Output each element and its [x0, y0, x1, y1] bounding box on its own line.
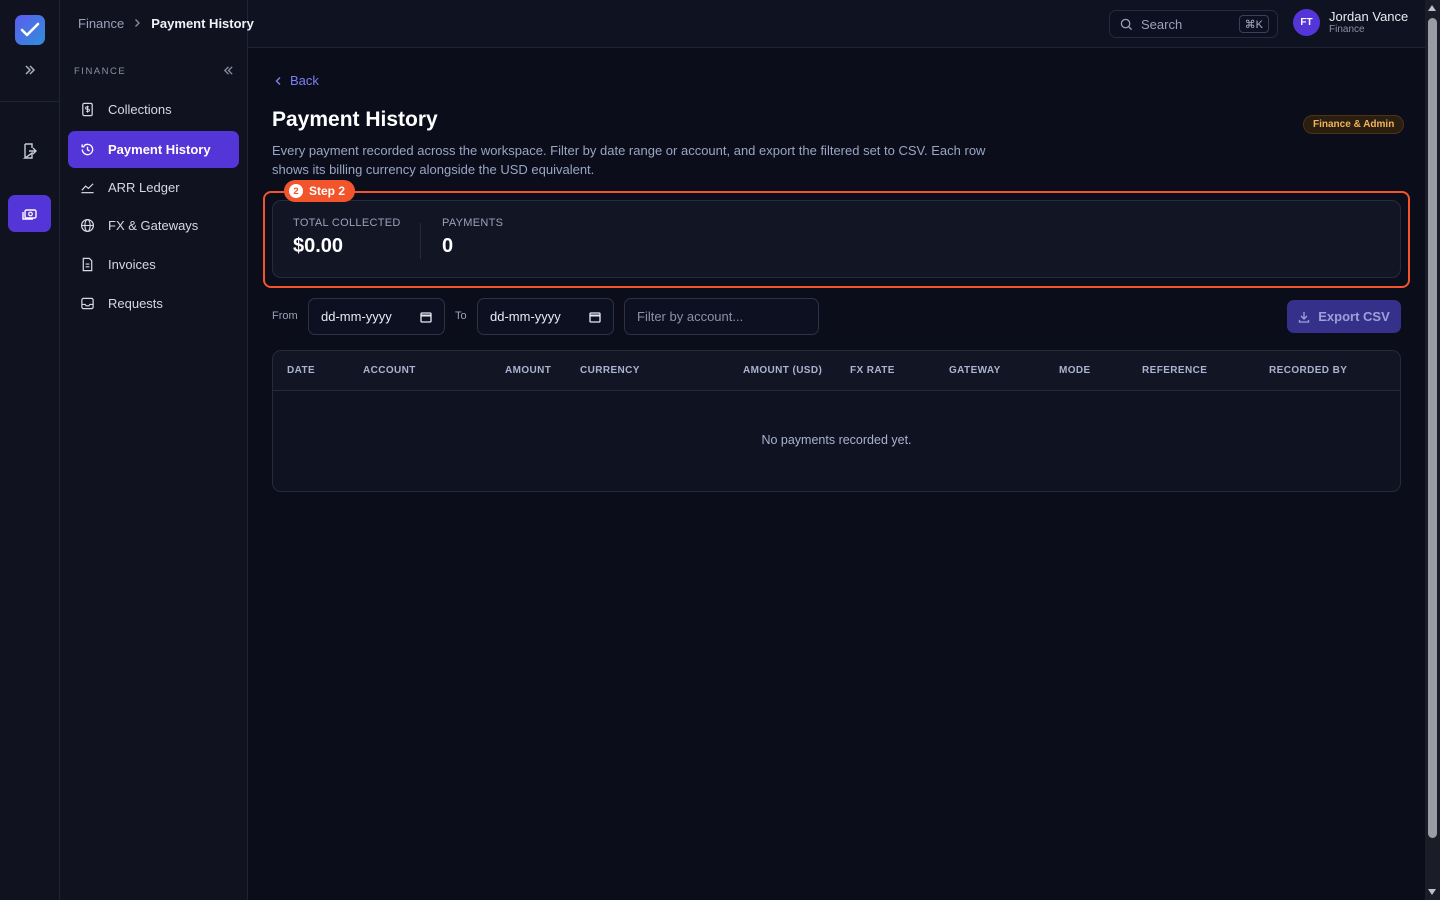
table-header: DATE ACCOUNT AMOUNT CURRENCY AMOUNT (USD…: [273, 351, 1400, 391]
expand-sidebar-icon[interactable]: [20, 60, 40, 80]
history-icon: [81, 143, 94, 156]
sidebar-item-requests[interactable]: Requests: [68, 285, 239, 322]
export-csv-button[interactable]: Export CSV: [1287, 300, 1401, 333]
empty-state-message: No payments recorded yet.: [761, 433, 912, 447]
step-badge: 2 Step 2: [284, 180, 356, 202]
stat-label: TOTAL COLLECTED: [293, 217, 401, 229]
sidebar-section-label: FINANCE: [74, 65, 127, 77]
sidebar-item-arr-ledger[interactable]: ARR Ledger: [68, 169, 239, 206]
search-input[interactable]: Search ⌘K: [1109, 10, 1278, 38]
stats-card: TOTAL COLLECTED $0.00 PAYMENTS 0: [272, 200, 1401, 278]
account-filter-input[interactable]: [624, 298, 819, 335]
avatar: FT: [1293, 9, 1320, 36]
user-role: Finance: [1329, 24, 1365, 35]
back-label: Back: [290, 73, 319, 88]
breadcrumb-parent[interactable]: Finance: [78, 16, 124, 31]
scroll-down-arrow[interactable]: [1428, 889, 1436, 895]
from-date-value: dd-mm-yyyy: [321, 309, 392, 324]
to-date-value: dd-mm-yyyy: [490, 309, 561, 324]
globe-icon: [80, 218, 95, 233]
sidebar-item-invoices[interactable]: Invoices: [68, 246, 239, 283]
stat-divider: [420, 223, 421, 259]
column-header-currency[interactable]: CURRENCY: [580, 365, 640, 376]
calendar-icon[interactable]: [589, 311, 601, 323]
chevron-right-icon: [135, 18, 141, 27]
rail-divider: [0, 101, 60, 102]
stat-label: PAYMENTS: [442, 217, 504, 229]
sidebar: FINANCE Collections Payment History ARR …: [60, 0, 248, 900]
back-link[interactable]: Back: [275, 73, 319, 88]
scroll-up-arrow[interactable]: [1428, 5, 1436, 11]
role-badge: Finance & Admin: [1303, 115, 1405, 134]
column-header-recorded-by[interactable]: RECORDED BY: [1269, 365, 1347, 376]
chart-line-icon: [81, 183, 94, 194]
column-header-fx-rate[interactable]: FX RATE: [850, 365, 895, 376]
page-description: Every payment recorded across the worksp…: [272, 143, 986, 177]
from-date-input[interactable]: dd-mm-yyyy: [308, 298, 445, 335]
sidebar-item-collections[interactable]: Collections: [68, 91, 239, 128]
stat-total-collected: TOTAL COLLECTED $0.00: [293, 217, 401, 258]
download-icon: [1299, 311, 1310, 323]
breadcrumb: Finance Payment History: [78, 14, 254, 32]
app-logo[interactable]: [15, 15, 45, 45]
finance-app-icon[interactable]: [8, 195, 51, 232]
user-name: Jordan Vance: [1329, 9, 1409, 24]
stat-payments: PAYMENTS 0: [442, 217, 503, 258]
exit-icon[interactable]: [8, 132, 51, 169]
to-label: To: [455, 310, 467, 322]
payments-table: DATE ACCOUNT AMOUNT CURRENCY AMOUNT (USD…: [272, 350, 1401, 492]
sidebar-item-label: Invoices: [108, 257, 156, 272]
user-menu[interactable]: FT Jordan Vance Finance: [1293, 9, 1408, 36]
breadcrumb-current: Payment History: [151, 15, 254, 31]
inbox-icon: [81, 297, 94, 310]
sidebar-item-label: ARR Ledger: [108, 180, 180, 195]
app-rail: [0, 0, 60, 900]
stat-value: $0.00: [293, 235, 344, 257]
export-label: Export CSV: [1318, 309, 1390, 324]
page-title: Payment History: [272, 108, 438, 131]
sidebar-item-label: FX & Gateways: [108, 218, 199, 233]
step-label: Step 2: [309, 184, 346, 198]
to-date-input[interactable]: dd-mm-yyyy: [477, 298, 614, 335]
chevron-left-icon: [275, 76, 281, 85]
dollar-doc-icon: [82, 102, 93, 117]
search-shortcut: ⌘K: [1238, 15, 1269, 33]
column-header-mode[interactable]: MODE: [1059, 365, 1091, 376]
page-scrollbar[interactable]: [1425, 0, 1440, 900]
sidebar-item-label: Collections: [108, 102, 172, 117]
column-header-amount[interactable]: AMOUNT: [505, 365, 551, 376]
step-number: 2: [289, 184, 303, 198]
collapse-sidebar-icon[interactable]: [223, 64, 234, 79]
sidebar-item-fx-gateways[interactable]: FX & Gateways: [68, 207, 239, 244]
stat-value: 0: [442, 235, 454, 257]
scrollbar-thumb[interactable]: [1428, 18, 1437, 838]
calendar-icon[interactable]: [420, 311, 432, 323]
column-header-account[interactable]: ACCOUNT: [363, 365, 416, 376]
from-label: From: [272, 310, 298, 322]
breadcrumb-separator: [134, 16, 141, 31]
sidebar-item-label: Requests: [108, 296, 163, 311]
column-header-reference[interactable]: REFERENCE: [1142, 365, 1207, 376]
search-icon: [1120, 18, 1133, 30]
checkmark-icon: [20, 22, 40, 37]
column-header-date[interactable]: DATE: [287, 365, 315, 376]
invoice-icon: [82, 257, 93, 272]
column-header-gateway[interactable]: GATEWAY: [949, 365, 1001, 376]
sidebar-item-payment-history[interactable]: Payment History: [68, 131, 239, 168]
search-placeholder: Search: [1141, 16, 1183, 32]
sidebar-item-label: Payment History: [108, 142, 211, 157]
top-bar: Search ⌘K FT Jordan Vance Finance: [248, 0, 1425, 48]
column-header-amount-usd[interactable]: AMOUNT (USD): [743, 365, 822, 376]
